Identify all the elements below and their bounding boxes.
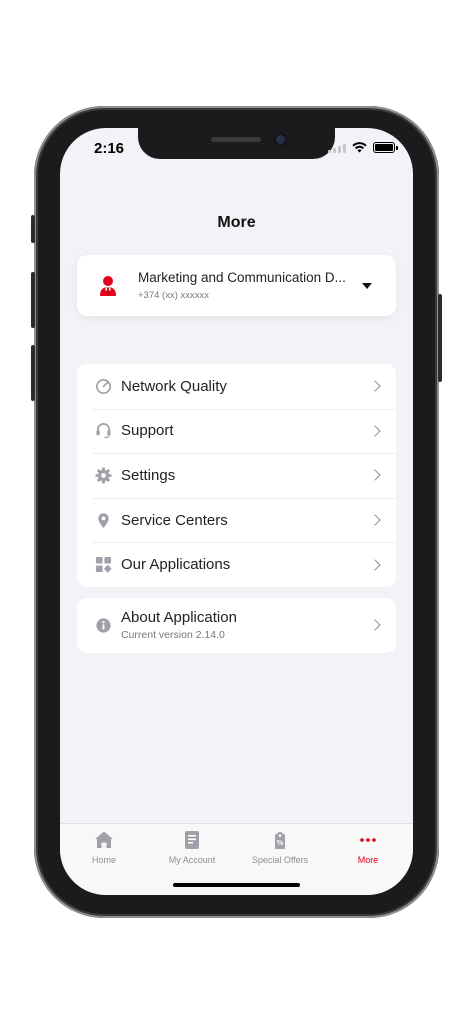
page-title: More xyxy=(217,214,256,231)
menu-list: Network Quality Support Settings Service… xyxy=(77,364,396,587)
power-button xyxy=(438,294,442,382)
tab-my-account[interactable]: My Account xyxy=(148,830,236,865)
caret-down-icon[interactable] xyxy=(362,283,372,289)
tab-label: Special Offers xyxy=(251,855,309,865)
chevron-right-icon xyxy=(369,425,381,437)
front-camera xyxy=(276,135,285,144)
person-icon xyxy=(100,276,116,296)
app-screen: 2:16 More Marketing and Communication D.… xyxy=(60,128,413,895)
tab-label: Home xyxy=(91,855,116,865)
chevron-right-icon xyxy=(369,380,381,392)
menu-item-label: Network Quality xyxy=(121,377,227,395)
tab-special-offers[interactable]: % Special Offers xyxy=(236,830,324,865)
menu-item-network-quality[interactable]: Network Quality xyxy=(77,364,396,409)
menu-item-settings[interactable]: Settings xyxy=(77,453,396,498)
more-dots-icon xyxy=(360,838,376,842)
wifi-icon xyxy=(352,142,367,153)
cellular-signal-icon xyxy=(328,143,346,153)
volume-down-button xyxy=(31,345,35,401)
silent-switch xyxy=(31,215,35,243)
app-version: Current version 2.14.0 xyxy=(121,629,225,641)
about-label: About Application xyxy=(121,609,237,626)
volume-up-button xyxy=(31,272,35,328)
gear-icon xyxy=(95,467,112,484)
grid-icon xyxy=(95,557,112,573)
about-application[interactable]: About Application Current version 2.14.0 xyxy=(77,598,396,653)
tab-label: More xyxy=(357,855,379,865)
chevron-right-icon xyxy=(369,619,381,631)
tab-label: My Account xyxy=(168,855,216,865)
menu-item-our-applications[interactable]: Our Applications xyxy=(77,542,396,587)
chevron-right-icon xyxy=(369,559,381,571)
speaker xyxy=(211,137,261,142)
gauge-icon xyxy=(96,378,111,394)
battery-icon xyxy=(373,142,398,153)
menu-item-label: Support xyxy=(121,422,174,440)
menu-item-service-centers[interactable]: Service Centers xyxy=(77,497,396,543)
account-phone: +374 (xx) xxxxxx xyxy=(138,290,210,301)
home-indicator[interactable] xyxy=(173,883,300,887)
info-icon xyxy=(96,618,111,633)
status-time: 2:16 xyxy=(94,140,125,157)
status-icons xyxy=(328,142,398,153)
notch xyxy=(138,128,335,159)
tab-bar: Home My Account % Special Offers More xyxy=(60,823,413,895)
chevron-right-icon xyxy=(369,514,381,526)
offer-tag-icon: % xyxy=(275,831,285,849)
location-pin-icon xyxy=(98,512,109,528)
chevron-right-icon xyxy=(369,469,381,482)
account-name: Marketing and Communication D... xyxy=(138,270,346,285)
account-selector[interactable]: Marketing and Communication D... +374 (x… xyxy=(77,255,396,316)
menu-item-label: Settings xyxy=(121,466,176,484)
headset-icon xyxy=(96,423,111,439)
menu-item-label: Our Applications xyxy=(121,556,231,574)
tab-more[interactable]: More xyxy=(324,830,412,865)
menu-item-support[interactable]: Support xyxy=(77,408,396,454)
account-receipt-icon xyxy=(185,831,199,849)
home-icon xyxy=(95,831,113,848)
svg-text:%: % xyxy=(276,839,283,847)
tab-home[interactable]: Home xyxy=(60,830,148,865)
menu-item-label: Service Centers xyxy=(121,511,228,529)
